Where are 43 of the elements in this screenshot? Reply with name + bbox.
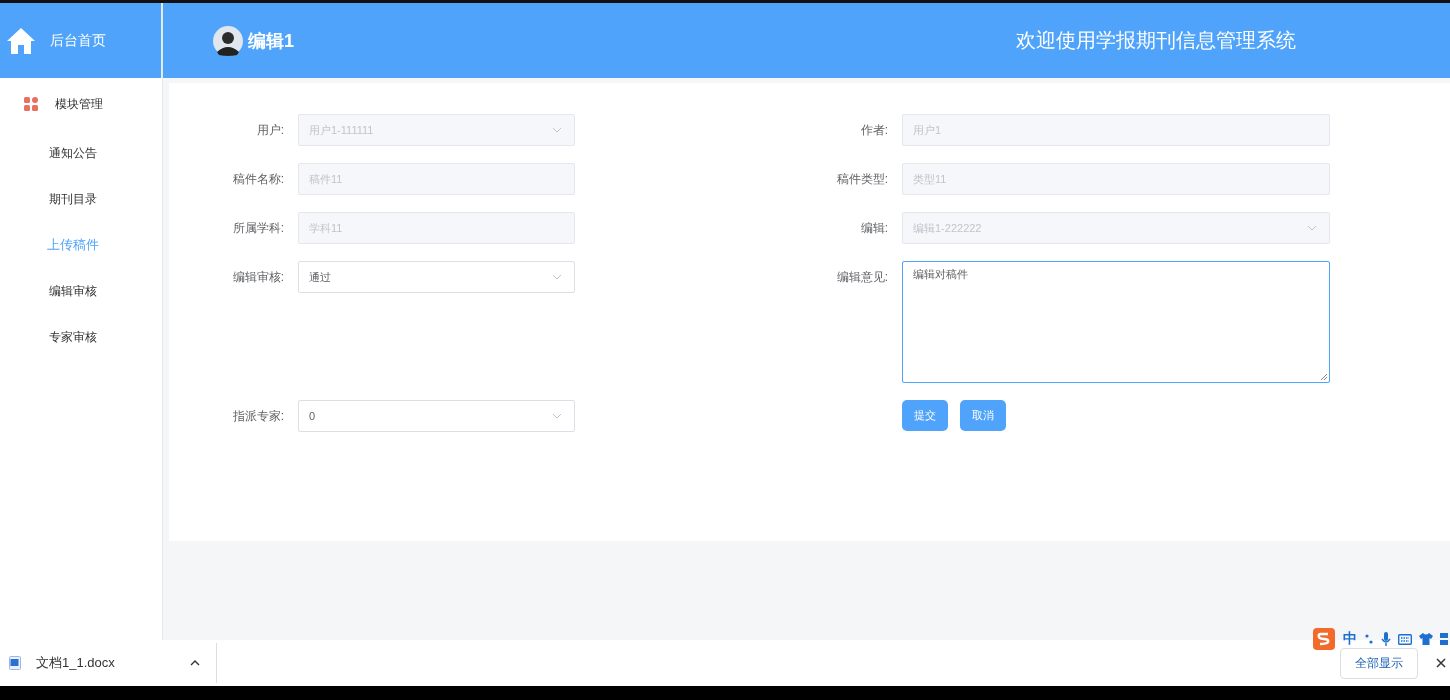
menu-item[interactable]: 期刊目录 — [0, 176, 162, 222]
grid-icon[interactable] — [1440, 633, 1448, 645]
chevron-down-icon — [552, 413, 562, 419]
field-label: 编辑审核: — [231, 269, 285, 286]
menu-item[interactable]: 编辑审核 — [0, 268, 162, 314]
text-area[interactable]: 编辑对稿件 — [902, 261, 1330, 383]
close-icon[interactable] — [1436, 658, 1446, 668]
keyboard-icon[interactable] — [1398, 633, 1412, 645]
menu-item[interactable]: 通知公告 — [0, 130, 162, 176]
apps-icon — [24, 97, 38, 111]
avatar-icon — [213, 25, 243, 56]
microphone-icon[interactable] — [1381, 632, 1391, 646]
form-button[interactable]: 取消 — [960, 400, 1006, 431]
home-icon — [6, 26, 36, 55]
field-label: 稿件类型: — [835, 171, 889, 188]
field-label: 稿件名称: — [231, 171, 285, 188]
chevron-down-icon — [552, 127, 562, 133]
select-field[interactable]: 0 — [298, 400, 575, 432]
user-name: 编辑1 — [248, 29, 294, 53]
field-label: 编辑意见: — [835, 269, 889, 286]
shirt-icon[interactable] — [1419, 633, 1433, 645]
caret-icon[interactable] — [189, 660, 200, 666]
field-label: 所属学科: — [231, 220, 285, 237]
show-all-button[interactable]: 全部显示 — [1340, 647, 1418, 679]
menu-item[interactable]: 专家审核 — [0, 314, 162, 360]
ime-mode-button[interactable]: 中 — [1343, 630, 1357, 648]
chevron-down-icon — [1307, 225, 1317, 231]
field-label: 用户: — [255, 122, 285, 139]
field-label: 指派专家: — [231, 408, 285, 425]
home-link[interactable]: 后台首页 — [50, 31, 106, 50]
punctuation-icon[interactable] — [1364, 633, 1374, 645]
menu-item[interactable]: 上传稿件 — [0, 222, 162, 268]
document-icon — [9, 656, 21, 670]
field-label: 编辑: — [859, 220, 889, 237]
chevron-down-icon — [552, 274, 562, 280]
field-label: 作者: — [859, 122, 889, 139]
form-button[interactable]: 提交 — [902, 400, 948, 431]
select-field[interactable]: 通过 — [298, 261, 575, 293]
resize-handle-icon[interactable] — [1321, 374, 1327, 380]
system-title: 欢迎使用学报期刊信息管理系统 — [1016, 28, 1296, 53]
menu-group[interactable]: 模块管理 — [0, 78, 162, 130]
download-file-name[interactable]: 文档1_1.docx — [36, 654, 115, 672]
ime-logo-icon[interactable] — [1312, 627, 1336, 651]
